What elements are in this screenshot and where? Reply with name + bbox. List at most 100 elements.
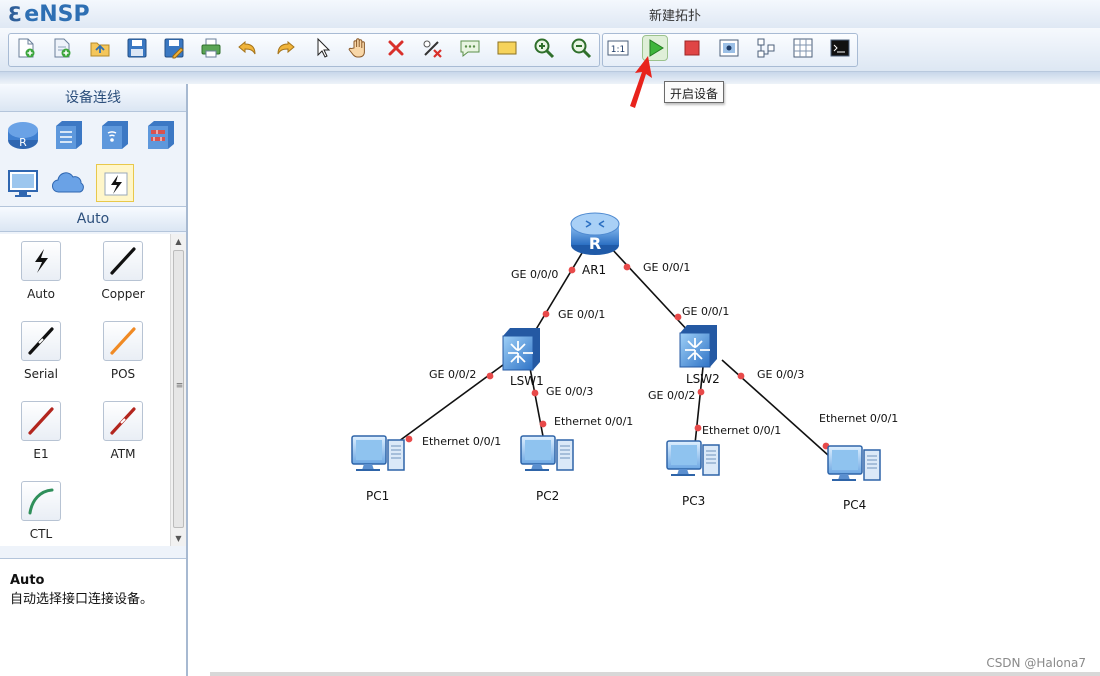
delete-links-icon: [423, 40, 442, 58]
cable-list: Auto Copper Serial POS E1 ATM CTL: [0, 234, 170, 546]
delete-all-links-button[interactable]: [421, 36, 445, 60]
port-label: GE 0/0/1: [643, 261, 690, 274]
redo-icon: [277, 40, 295, 55]
device-category-router[interactable]: R: [4, 116, 42, 154]
wireless-ap-icon: [102, 121, 128, 149]
delete-icon: [388, 40, 404, 56]
capture-icon: [719, 39, 739, 57]
title-bar: ℇeNSP 新建拓扑: [0, 0, 1100, 28]
device-ar1[interactable]: R AR1: [570, 212, 620, 277]
open-button[interactable]: [88, 36, 112, 60]
port-dot: [568, 266, 576, 274]
cable-item-serial[interactable]: Serial: [6, 314, 76, 388]
grip-icon: ≡: [175, 381, 184, 391]
copper-cable-icon: [110, 247, 136, 275]
svg-text:R: R: [19, 136, 27, 149]
cable-item-ctl[interactable]: CTL: [6, 474, 76, 546]
device-category-wireless[interactable]: [96, 116, 134, 154]
device-pc1[interactable]: PC1: [351, 435, 405, 503]
port-dot: [405, 435, 413, 443]
save-as-button[interactable]: [162, 36, 186, 60]
switch-icon: [56, 121, 82, 149]
canvas-horizontal-scrollbar[interactable]: [210, 672, 1100, 676]
device-category-connection[interactable]: [96, 164, 134, 202]
scroll-up-icon[interactable]: ▲: [171, 234, 186, 249]
topology-view-button[interactable]: [754, 36, 778, 60]
device-category-switch[interactable]: [50, 116, 88, 154]
device-lsw2[interactable]: LSW2: [679, 324, 720, 386]
new-template-icon: [54, 38, 71, 58]
grid-icon: [793, 38, 813, 58]
zoom-out-button[interactable]: [569, 36, 593, 60]
text-note-button[interactable]: [458, 36, 482, 60]
topology-canvas[interactable]: GE 0/0/0 GE 0/0/1 GE 0/0/1 GE 0/0/1 GE 0…: [190, 84, 1100, 676]
device-category-cloud[interactable]: [50, 164, 88, 202]
port-dot: [737, 372, 745, 380]
pc-icon: [666, 440, 720, 476]
save-icon: [127, 38, 147, 58]
pc-icon: [827, 445, 881, 481]
new-from-template-button[interactable]: [50, 36, 74, 60]
device-category-terminal[interactable]: [4, 164, 42, 202]
device-lsw1[interactable]: LSW1: [502, 327, 544, 388]
router-icon: R: [8, 122, 38, 149]
pc-icon: [520, 435, 574, 471]
add-shape-button[interactable]: [495, 36, 519, 60]
save-button[interactable]: [125, 36, 149, 60]
redo-button[interactable]: [273, 36, 297, 60]
port-label: Ethernet 0/0/1: [422, 435, 501, 448]
stop-device-button[interactable]: [680, 36, 704, 60]
device-category-firewall[interactable]: [142, 116, 180, 154]
cable-item-auto[interactable]: Auto: [6, 234, 76, 308]
device-pc2[interactable]: PC2: [520, 435, 574, 503]
cable-item-label: CTL: [29, 527, 53, 541]
annotation-arrow-icon: [630, 56, 652, 108]
console-button[interactable]: [828, 36, 852, 60]
device-pc3[interactable]: PC3: [666, 440, 720, 508]
cable-description-panel: Auto 自动选择接口连接设备。: [0, 558, 186, 676]
port-label: GE 0/0/3: [546, 385, 593, 398]
undo-button[interactable]: [236, 36, 260, 60]
cable-item-atm[interactable]: ATM: [88, 394, 158, 468]
port-dot: [539, 420, 547, 428]
print-button[interactable]: [199, 36, 223, 60]
zoom-in-icon: [534, 38, 555, 59]
description-title: Auto: [10, 573, 45, 588]
device-panel-header: 设备连线: [0, 84, 186, 112]
device-label: PC1: [366, 489, 389, 503]
device-label: LSW1: [510, 374, 544, 388]
cable-item-label: Copper: [101, 287, 145, 301]
port-label: GE 0/0/1: [558, 308, 605, 321]
cloud-icon: [52, 172, 84, 193]
pan-button[interactable]: [347, 36, 371, 60]
zoom-in-button[interactable]: [532, 36, 556, 60]
topology-diagram: GE 0/0/0 GE 0/0/1 GE 0/0/1 GE 0/0/1 GE 0…: [351, 212, 898, 512]
toolbar: 1:1: [0, 28, 1100, 72]
cable-item-pos[interactable]: POS: [88, 314, 158, 388]
grid-button[interactable]: [791, 36, 815, 60]
cable-item-copper[interactable]: Copper: [88, 234, 158, 308]
port-label: GE 0/0/1: [682, 305, 729, 318]
device-pc4[interactable]: PC4: [827, 445, 881, 512]
cable-item-label: ATM: [110, 447, 136, 461]
port-labels: GE 0/0/0 GE 0/0/1 GE 0/0/1 GE 0/0/1 GE 0…: [422, 261, 898, 448]
cable-item-label: E1: [33, 447, 49, 461]
port-label: GE 0/0/2: [429, 368, 476, 381]
scroll-down-icon[interactable]: ▼: [171, 531, 186, 546]
start-device-tooltip: 开启设备: [664, 81, 725, 103]
cable-icon: [104, 172, 128, 196]
new-topology-button[interactable]: [14, 36, 38, 60]
delete-button[interactable]: [384, 36, 408, 60]
cable-item-e1[interactable]: E1: [6, 394, 76, 468]
scroll-thumb[interactable]: ≡: [173, 250, 184, 528]
new-file-icon: [18, 38, 35, 58]
cable-list-scrollbar[interactable]: ▲ ≡ ▼: [170, 234, 186, 546]
pointer-icon: [317, 37, 331, 58]
port-label: GE 0/0/0: [511, 268, 558, 281]
select-button[interactable]: [310, 36, 334, 60]
capture-button[interactable]: [717, 36, 741, 60]
cable-item-label: Serial: [24, 367, 58, 381]
topology-icon: [757, 38, 775, 58]
auto-cable-icon: [35, 249, 48, 273]
device-label: LSW2: [686, 372, 720, 386]
